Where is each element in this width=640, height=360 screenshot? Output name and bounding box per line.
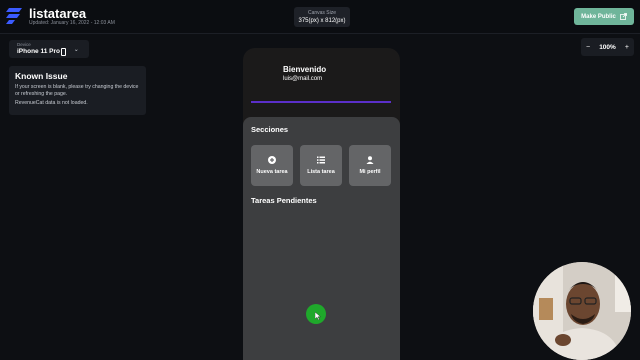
phone-icon — [61, 48, 66, 56]
known-issue-card: Known Issue If your screen is blank, ple… — [9, 66, 146, 115]
zoom-out-button[interactable]: − — [586, 44, 590, 51]
tile-mi-perfil[interactable]: Mi perfil — [349, 145, 391, 186]
zoom-value: 100% — [599, 43, 616, 51]
make-public-button[interactable]: Make Public — [574, 8, 634, 25]
known-issue-body: If your screen is blank, please try chan… — [15, 84, 139, 97]
known-issue-title: Known Issue — [15, 71, 68, 81]
app-logo-icon[interactable] — [6, 7, 23, 24]
top-bar: listatarea Updated: January 16, 2022 - 1… — [0, 0, 640, 34]
content-panel: Secciones Nueva tarea Lista tarea Mi per… — [243, 117, 400, 360]
tile-label: Nueva tarea — [256, 169, 288, 175]
canvas-size-value: 375(px) x 812(px) — [298, 18, 346, 24]
sections-title: Secciones — [251, 125, 289, 134]
canvas-size-label: Canvas Size — [307, 10, 337, 16]
user-email: luis@mail.com — [283, 76, 323, 82]
presenter-image — [533, 262, 631, 360]
pending-tasks-title: Tareas Pendientes — [251, 196, 317, 205]
tile-label: Mi perfil — [359, 169, 381, 175]
zoom-control: − 100% + — [581, 38, 634, 56]
device-value: iPhone 11 Pro — [17, 48, 60, 55]
list-icon — [317, 156, 325, 164]
updated-timestamp: Updated: January 16, 2022 - 12:03 AM — [29, 20, 115, 26]
tile-lista-tarea[interactable]: Lista tarea — [300, 145, 342, 186]
plus-circle-icon — [268, 156, 276, 164]
mouse-cursor-icon — [315, 312, 321, 320]
device-select[interactable]: Device iPhone 11 Pro ⌄ — [9, 40, 89, 58]
webcam-overlay — [533, 262, 631, 360]
make-public-label: Make Public — [581, 13, 616, 20]
external-link-icon — [619, 13, 627, 20]
device-label: Device — [17, 42, 31, 47]
welcome-heading: Bienvenido — [283, 65, 327, 74]
header-divider — [251, 101, 391, 103]
zoom-in-button[interactable]: + — [625, 44, 629, 51]
tile-label: Lista tarea — [307, 169, 335, 175]
canvas-size-box: Canvas Size 375(px) x 812(px) — [294, 7, 350, 27]
app-title: listatarea — [29, 6, 87, 21]
person-icon — [366, 156, 374, 164]
chevron-down-icon: ⌄ — [73, 47, 79, 53]
known-issue-note: RevenueCat data is not loaded. — [15, 100, 88, 106]
tile-nueva-tarea[interactable]: Nueva tarea — [251, 145, 293, 186]
